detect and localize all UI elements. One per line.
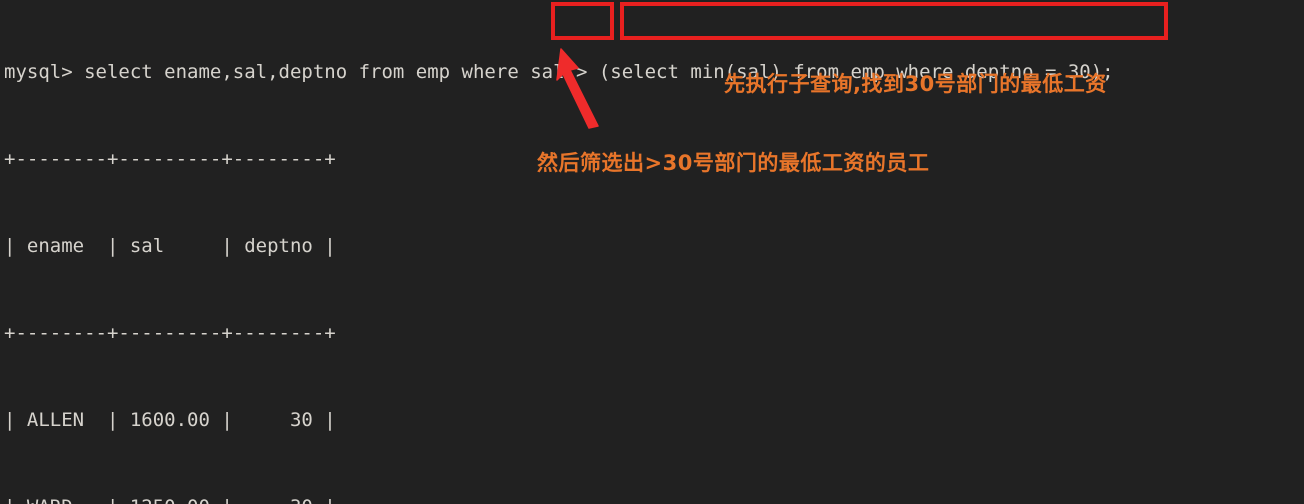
table-separator-mid: +--------+---------+--------+ — [4, 322, 336, 344]
terminal-screenshot: mysql> select ename,sal,deptno from emp … — [0, 0, 1304, 504]
red-arrow-icon — [556, 48, 599, 129]
annotation-subquery-note: 先执行子查询,找到30号部门的最低工资 — [724, 72, 1107, 96]
table-header-row: | ename | sal | deptno | — [4, 235, 336, 257]
table-row: | ALLEN | 1600.00 | 30 | — [4, 409, 336, 431]
annotation-filter-note: 然后筛选出>30号部门的最低工资的员工 — [537, 151, 930, 175]
table-row: | WARD | 1250.00 | 30 | — [4, 493, 1114, 504]
